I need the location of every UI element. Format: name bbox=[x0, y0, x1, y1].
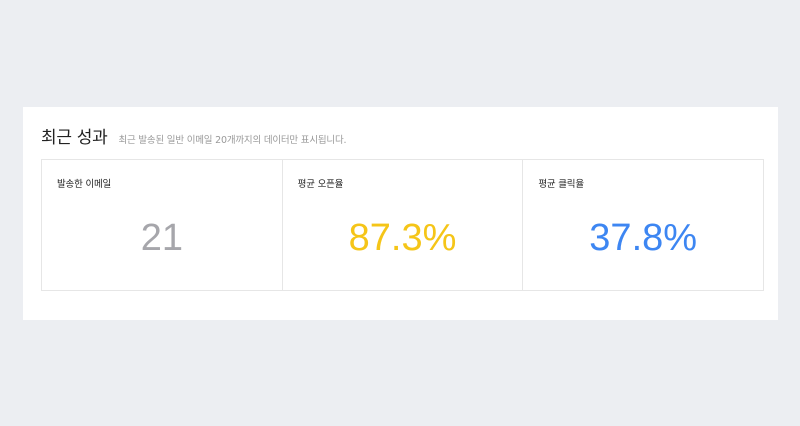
panel-subtitle: 최근 발송된 일반 이메일 20개까지의 데이터만 표시됩니다. bbox=[118, 135, 347, 146]
stat-label-open-rate: 평균 오픈율 bbox=[297, 179, 344, 190]
stat-value-sent-emails: 21 bbox=[140, 217, 183, 259]
stat-label-sent-emails: 발송한 이메일 bbox=[57, 179, 112, 190]
stat-card-sent-emails: 발송한 이메일 21 bbox=[42, 160, 283, 290]
stat-card-open-rate: 평균 오픈율 87.3% bbox=[283, 160, 524, 290]
panel-header: 최근 성과 최근 발송된 일반 이메일 20개까지의 데이터만 표시됩니다. bbox=[41, 123, 347, 148]
stats-cards: 발송한 이메일 21 평균 오픈율 87.3% 평균 클릭율 37.8% bbox=[41, 159, 764, 291]
panel-title: 최근 성과 bbox=[41, 128, 108, 148]
stat-value-click-rate: 37.8% bbox=[589, 217, 698, 259]
stat-value-open-rate: 87.3% bbox=[348, 217, 457, 259]
stat-label-click-rate: 평균 클릭율 bbox=[538, 179, 584, 190]
stat-card-click-rate: 평균 클릭율 37.8% bbox=[523, 160, 763, 290]
recent-performance-panel: 최근 성과 최근 발송된 일반 이메일 20개까지의 데이터만 표시됩니다. 발… bbox=[23, 107, 778, 320]
